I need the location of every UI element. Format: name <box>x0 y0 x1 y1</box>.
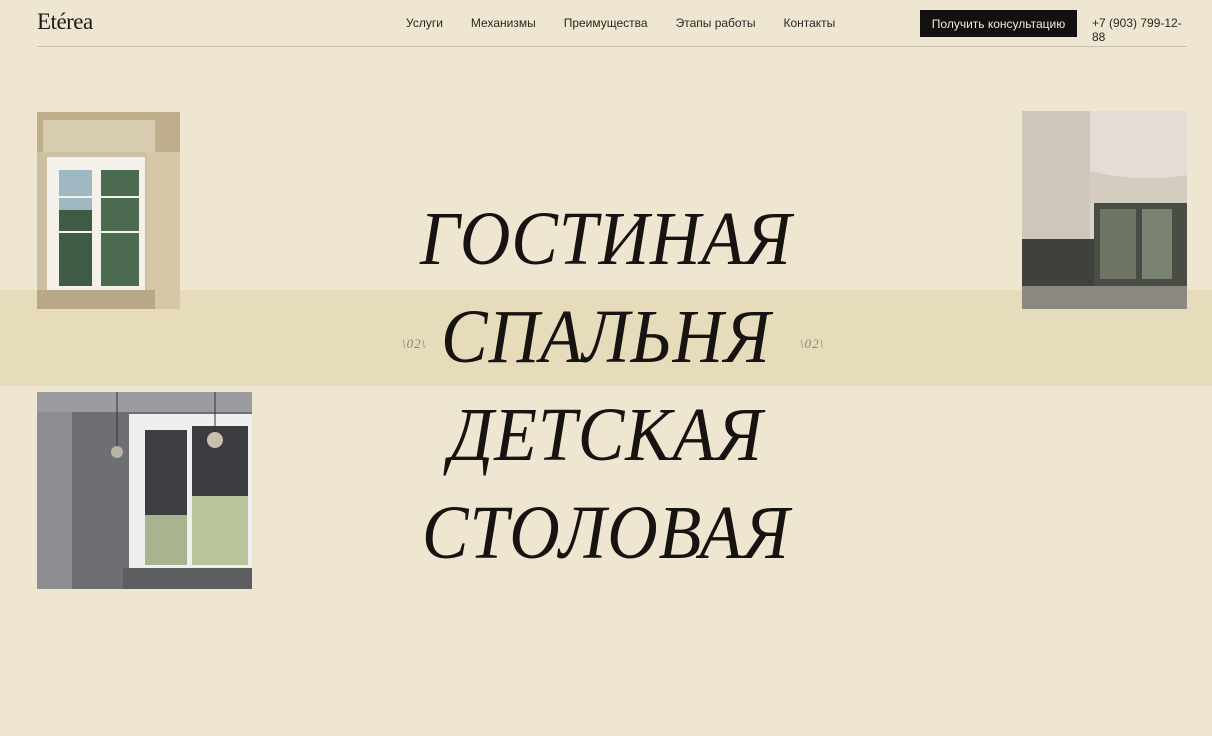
nav-item-contacts[interactable]: Контакты <box>783 16 835 30</box>
site-header: Etérea Услуги Механизмы Преимущества Эта… <box>37 0 1187 47</box>
room-dining[interactable]: СТОЛОВАЯ <box>48 484 1163 582</box>
logo[interactable]: Etérea <box>37 9 93 35</box>
room-living[interactable]: ГОСТИНАЯ <box>48 190 1163 288</box>
room-bedroom[interactable]: СПАЛЬНЯ <box>48 288 1163 386</box>
main-nav: Услуги Механизмы Преимущества Этапы рабо… <box>406 16 863 30</box>
nav-item-mechanisms[interactable]: Механизмы <box>471 16 536 30</box>
room-kids[interactable]: ДЕТСКАЯ <box>48 386 1163 484</box>
nav-item-services[interactable]: Услуги <box>406 16 443 30</box>
nav-item-stages[interactable]: Этапы работы <box>676 16 756 30</box>
nav-item-advantages[interactable]: Преимущества <box>564 16 648 30</box>
phone-number[interactable]: +7 (903) 799-12-88 <box>1092 16 1187 44</box>
consultation-button[interactable]: Получить консультацию <box>920 10 1077 37</box>
room-list: ГОСТИНАЯ СПАЛЬНЯ ДЕТСКАЯ СТОЛОВАЯ <box>0 190 1212 582</box>
